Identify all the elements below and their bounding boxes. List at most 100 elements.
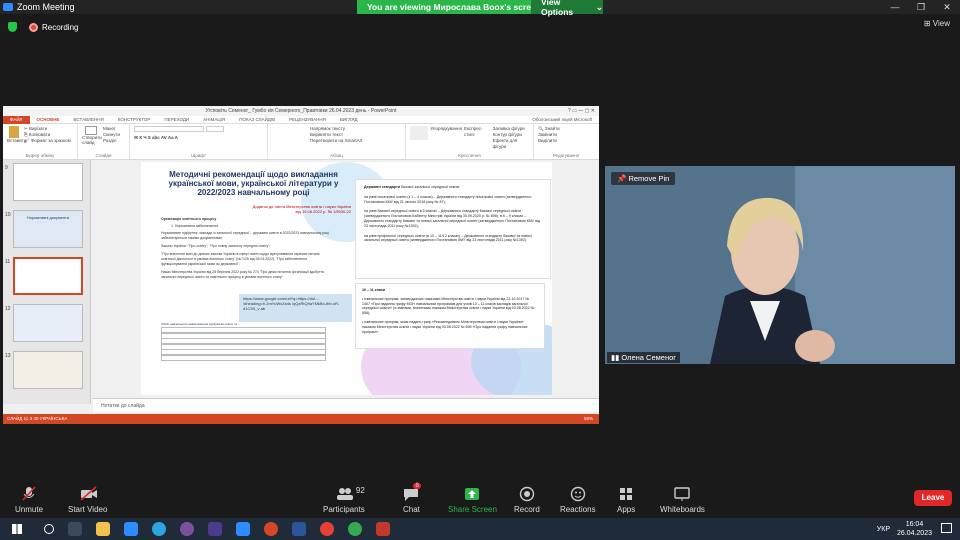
thumb-title: Нормативні документи (26, 215, 70, 220)
format-painter-button[interactable]: 🖌 Формат за зразком (24, 138, 71, 144)
zoom-meeting-icon[interactable] (236, 522, 250, 536)
slide-thumbnail-pane[interactable]: 9 10 Нормативні документи 11 12 13 (3, 160, 91, 404)
windows-taskbar: УКР (0, 518, 960, 540)
unmute-button[interactable]: Unmute (15, 482, 43, 514)
ppt-tab-review[interactable]: РЕЦЕНЗУВАННЯ (282, 117, 333, 122)
chat-badge: 8 (413, 483, 421, 489)
slide-thumbnail[interactable] (13, 351, 83, 389)
participants-button[interactable]: 92 Participants (323, 482, 365, 514)
paste-button[interactable]: Вставити (7, 126, 26, 144)
ppt-tab-view[interactable]: ВИГЛЯД (333, 117, 365, 122)
viewing-banner: You are viewing Мирослава Boox's screen … (357, 0, 603, 17)
window-title: Zoom Meeting (17, 2, 75, 12)
ppt-tab-design[interactable]: КОНСТРУКТОР (111, 117, 158, 122)
ppt-tab-animations[interactable]: АНІМАЦІЯ (196, 117, 232, 122)
ppt-tab-slideshow[interactable]: ПОКАЗ СЛАЙДІВ (232, 117, 282, 122)
quick-styles-button[interactable]: Експрес-стилі (464, 126, 491, 150)
shield-icon (8, 22, 17, 32)
select-button[interactable]: Виділити (538, 138, 594, 144)
keyboard-language[interactable]: УКР (877, 526, 890, 533)
new-slide-label: Створити слайд (82, 135, 102, 145)
speaker-video[interactable] (605, 166, 955, 364)
copy-label: Копіювати (28, 132, 51, 137)
ribbon-group-label-editing: Редагування (552, 153, 580, 158)
font-format-buttons[interactable]: Ж К Ч S abc AV Aa A (134, 135, 263, 140)
word-icon[interactable] (292, 522, 306, 536)
meeting-toolbar: Unmute Start Video 92 Participants 8 Cha… (0, 482, 960, 518)
maximize-icon[interactable]: ❐ (908, 0, 934, 14)
chrome-icon[interactable] (320, 522, 334, 536)
shapes-gallery[interactable] (410, 126, 429, 140)
participants-label: Participants (323, 505, 365, 514)
leave-button[interactable]: Leave (914, 490, 952, 506)
new-slide-button[interactable]: Створити слайд (82, 126, 102, 145)
ppt-tab-home[interactable]: ОСНОВНЕ (30, 117, 67, 122)
slide-title: Методичні рекомендації щодо викладання у… (168, 170, 339, 197)
app-icon[interactable] (376, 522, 390, 536)
viber-icon[interactable] (180, 522, 194, 536)
ribbon-group-label-slides: Слайди (95, 153, 112, 158)
smartart-button[interactable]: Перетворити на SmartArt (310, 138, 401, 144)
shape-effects-button[interactable]: Ефекти для фігури (493, 138, 529, 150)
start-video-button[interactable]: Start Video (68, 482, 107, 514)
telegram-icon[interactable] (152, 522, 166, 536)
ribbon-group-editing: 🔍 Знайти Замінити Виділити Редагування (534, 124, 598, 159)
clock-date: 26.04.2023 (896, 530, 932, 537)
remove-pin-label: Remove Pin (628, 174, 670, 183)
search-icon[interactable] (44, 524, 54, 534)
recording-icon (29, 22, 38, 32)
reactions-button[interactable]: Reactions (560, 482, 596, 514)
viewing-banner-text: You are viewing Мирослава Boox's screen (367, 2, 541, 12)
font-family-select[interactable] (134, 126, 204, 132)
clipboard-icon (9, 126, 19, 138)
file-explorer-icon[interactable] (96, 522, 110, 536)
slide-thumbnail[interactable]: Нормативні документи (13, 210, 83, 248)
slide-thumbnail-selected[interactable] (13, 257, 83, 295)
font-size-select[interactable] (206, 126, 224, 132)
ppt-tab-file[interactable]: ФАЙЛ (3, 115, 30, 124)
task-view-icon[interactable] (68, 522, 82, 536)
clock-time: 16:04 (905, 521, 924, 528)
slide-canvas[interactable]: Методичні рекомендації щодо викладання у… (141, 162, 552, 395)
doc-line: Нормативне підґрунтя: заклади із загальн… (161, 231, 330, 240)
taskbar-clock[interactable]: 16:04 26.04.2023 (897, 518, 932, 538)
thumb-number: 9 (5, 165, 8, 171)
apps-button[interactable]: Apps (617, 482, 635, 514)
close-icon[interactable]: ✕ (934, 0, 960, 14)
ppt-tab-transitions[interactable]: ПЕРЕХОДИ (157, 117, 196, 122)
record-button[interactable]: Record (514, 482, 540, 514)
remove-pin-button[interactable]: 📌 Remove Pin (611, 172, 675, 185)
ppt-status-bar: СЛАЙД 11 З 40 УКРАЇНСЬКА 55% (3, 414, 599, 424)
participants-icon: 92 (336, 486, 365, 500)
arrange-button[interactable]: Упорядкування (430, 126, 462, 150)
share-screen-button[interactable]: Share Screen (448, 482, 497, 514)
ppt-window-controls: ? ▭ — ▢ ✕ (568, 108, 595, 114)
ribbon-group-label-clipboard: Буфер обміну (25, 153, 55, 158)
chrome-profile-icon[interactable] (348, 522, 362, 536)
video-off-icon (80, 486, 97, 501)
recording-bar: Recording (0, 19, 960, 35)
powerpoint-icon[interactable] (264, 522, 278, 536)
view-options-button[interactable]: View Options ⌄ (531, 0, 603, 17)
doc-line: Закони України: "Про освіту", "Про повну… (161, 244, 271, 248)
format-label: Формат за зразком (30, 138, 71, 143)
window-controls: — ❐ ✕ (882, 0, 960, 14)
standards-paragraph: на рівні профільної середньої освіти (в … (364, 233, 532, 243)
notifications-icon[interactable] (941, 523, 952, 533)
shared-screen[interactable]: Угсповіть Семеног_ Гумбо кія Семерного_П… (3, 106, 599, 424)
app-icon[interactable] (208, 522, 222, 536)
zoom-app-icon[interactable] (124, 522, 138, 536)
minimize-icon[interactable]: — (882, 0, 908, 14)
notes-pane[interactable]: Нотатки до слайда (93, 398, 599, 412)
ribbon-group-font: Ж К Ч S abc AV Aa A Шрифт (130, 124, 268, 159)
section-button[interactable]: Розділ (103, 138, 120, 144)
chat-button[interactable]: 8 Chat (403, 482, 421, 514)
ppt-tab-insert[interactable]: ВСТАВЛЕННЯ (67, 117, 111, 122)
slide-thumbnail[interactable] (13, 304, 83, 342)
windows-start-icon[interactable] (12, 524, 22, 534)
ppt-zoom-level[interactable]: 55% (584, 414, 593, 424)
doc-line: "Про внесення змін до деяких законів Укр… (161, 252, 320, 266)
whiteboards-button[interactable]: Whiteboards (660, 482, 705, 514)
view-button[interactable]: ⊞ View (924, 19, 950, 28)
slide-thumbnail[interactable] (13, 163, 83, 201)
